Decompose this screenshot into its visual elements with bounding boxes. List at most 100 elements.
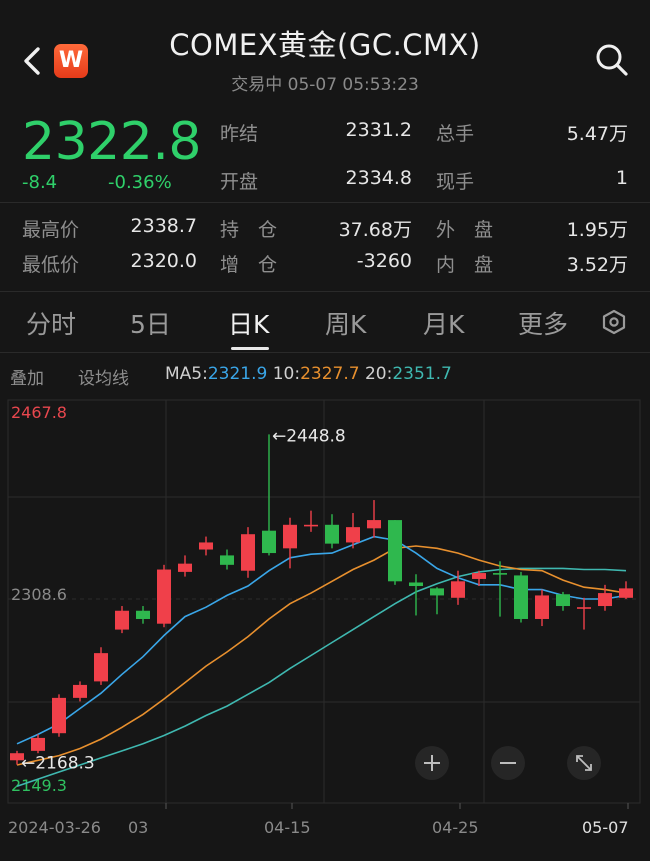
price-change: -8.4 [22, 172, 58, 193]
candle-body [136, 610, 150, 619]
search-button[interactable] [594, 42, 630, 78]
candle [199, 536, 213, 556]
ma-legend: MA5:2321.9 10:2327.7 20:2351.7 [165, 364, 452, 384]
top-bar: W COMEX黄金(GC.CMX) 交易中 05-07 05:53:23 [0, 0, 650, 100]
ma20-label: 20: [364, 364, 393, 384]
ma10-label: 10: [272, 364, 301, 384]
candle-body [178, 563, 192, 572]
candle-body [535, 595, 549, 619]
open-value: 2334.8 [345, 167, 412, 189]
current-volume-label: 现手 [436, 171, 475, 193]
divider [0, 291, 650, 292]
candle-body [619, 588, 633, 598]
candle [220, 549, 234, 570]
candle-body [367, 520, 381, 529]
high-value: 2338.7 [130, 215, 197, 237]
candle [157, 564, 171, 628]
candle [388, 520, 402, 585]
candle-body [388, 520, 402, 582]
x-tick-label: 03 [128, 818, 148, 837]
open-label: 开盘 [220, 171, 259, 193]
trading-status: 交易中 05-07 05:53:23 [231, 75, 419, 95]
candle-body [451, 581, 465, 598]
candle [94, 647, 108, 685]
candle-body [241, 534, 255, 571]
tab-monthly-k[interactable]: 月K [423, 305, 464, 341]
candle-body [52, 697, 66, 734]
zoom-out-button[interactable] [491, 746, 525, 780]
x-tick-label: 05-07 [582, 818, 629, 837]
ma5-label: MA5: [165, 364, 208, 384]
candle [556, 591, 570, 611]
tab-more[interactable]: 更多 [518, 305, 568, 341]
candle-body [409, 582, 423, 587]
candle [514, 571, 528, 623]
total-volume-label: 总手 [436, 123, 475, 145]
candle-body [283, 524, 297, 549]
candle-body [472, 573, 486, 579]
outer-volume-value: 1.95万 [566, 219, 628, 241]
prev-settle-value: 2331.2 [345, 119, 412, 141]
y-axis-mid-label: 2308.6 [11, 585, 67, 604]
low-label: 最低价 [22, 254, 80, 276]
candle [178, 555, 192, 577]
tab-5day[interactable]: 5日 [130, 305, 171, 341]
inner-volume-value: 3.52万 [566, 254, 628, 276]
candle [535, 589, 549, 627]
search-icon [596, 44, 628, 76]
candle [577, 597, 591, 630]
ma-settings-button[interactable]: 设均线 [78, 364, 129, 389]
candle [73, 681, 87, 702]
candle-body [577, 607, 591, 609]
candle [115, 606, 129, 634]
candle-body [304, 524, 318, 527]
x-tick-label: 2024-03-26 [8, 818, 101, 837]
candle [52, 694, 66, 737]
candle-body [493, 573, 507, 575]
candle-body [199, 542, 213, 550]
overlay-button[interactable]: 叠加 [10, 364, 44, 389]
settings-hexagon-icon [602, 309, 626, 335]
inner-volume-label: 内 盘 [436, 254, 494, 276]
oi-change-label: 增 仓 [220, 254, 278, 276]
candle [262, 434, 276, 556]
candle-body [157, 569, 171, 624]
oi-change-value: -3260 [356, 250, 412, 272]
y-axis-max-label: 2467.8 [11, 403, 67, 422]
candle-body [325, 524, 339, 544]
zoom-in-button[interactable] [415, 746, 449, 780]
candle-body [31, 737, 45, 751]
ma5-value: 2321.9 [207, 364, 268, 384]
candle-body [73, 684, 87, 698]
candle [241, 527, 255, 578]
last-price: 2322.8 [22, 112, 201, 172]
candlestick-chart[interactable]: 2467.82308.62149.32024-03-26 03 04-15 04-25… [0, 392, 650, 861]
ma10-value: 2327.7 [300, 364, 360, 384]
page-title: COMEX黄金(GC.CMX) [169, 28, 481, 62]
total-volume-value: 5.47万 [566, 123, 628, 145]
candle-body [514, 575, 528, 619]
divider [0, 202, 650, 203]
current-volume-value: 1 [615, 167, 628, 189]
fullscreen-button[interactable] [567, 746, 601, 780]
ma20-line [16, 567, 627, 787]
x-tick-label: 04-25 [432, 818, 479, 837]
tab-intraday[interactable]: 分时 [26, 305, 76, 341]
chart-settings-button[interactable] [600, 308, 628, 336]
candle [619, 581, 633, 599]
open-interest-label: 持 仓 [220, 219, 278, 241]
candle-body [346, 527, 360, 543]
ma10-line [16, 545, 627, 766]
ma-lines [16, 535, 627, 787]
min-price-annotation: ←2168.3 [21, 754, 95, 774]
candle-body [262, 530, 276, 554]
tab-weekly-k[interactable]: 周K [325, 305, 366, 341]
candle-body [115, 610, 129, 630]
ma20-value: 2351.7 [392, 364, 452, 384]
tab-daily-k[interactable]: 日K [228, 305, 269, 341]
candle [430, 587, 444, 615]
candle [136, 606, 150, 624]
open-interest-value: 37.68万 [338, 219, 412, 241]
divider [0, 352, 650, 353]
price-change-pct: -0.36% [108, 172, 172, 193]
